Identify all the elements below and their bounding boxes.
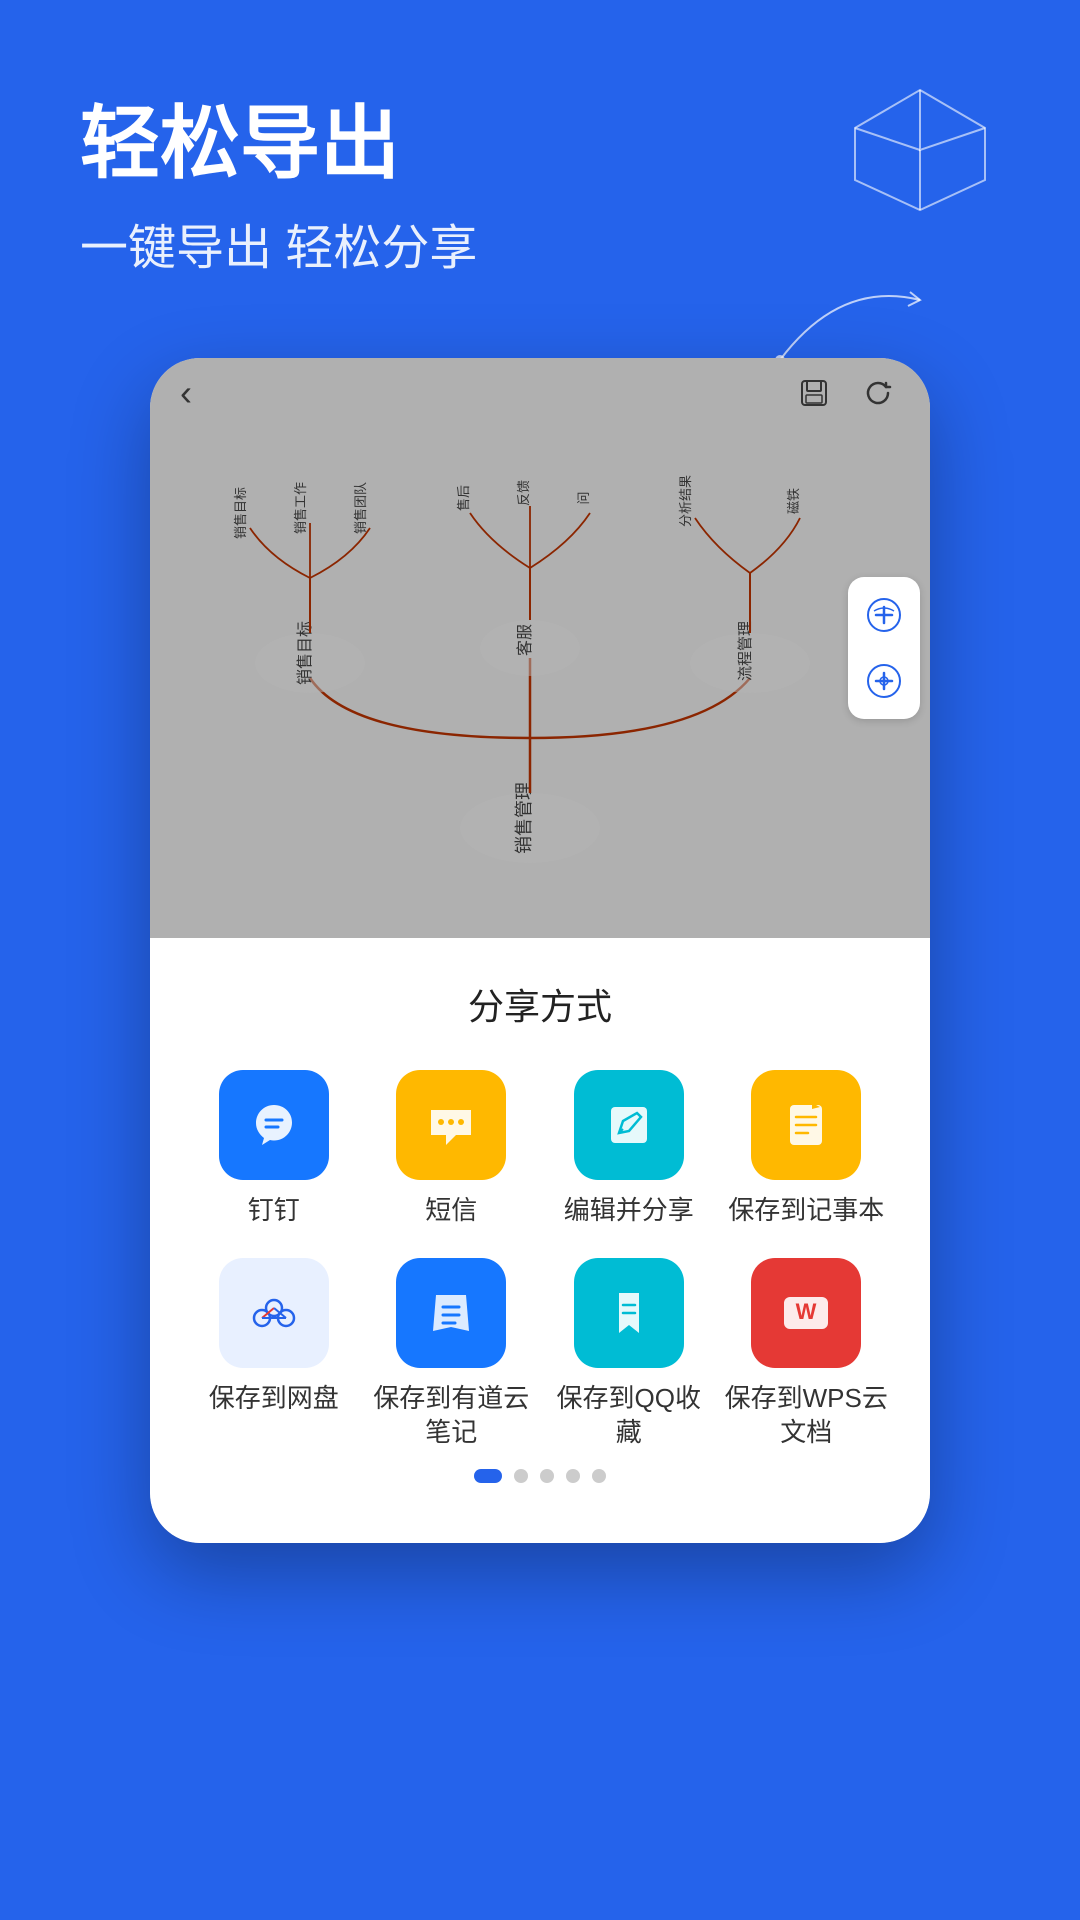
youdao-icon — [396, 1258, 506, 1368]
sms-icon — [396, 1070, 506, 1180]
mindmap-sidebar — [848, 577, 920, 719]
phone-topbar: ‹ — [150, 358, 930, 428]
share-item-youdao[interactable]: 保存到有道云笔记 — [368, 1258, 536, 1450]
dingtalk-label: 钉钉 — [248, 1194, 300, 1228]
share-item-netdisk[interactable]: 保存到网盘 — [190, 1258, 358, 1450]
svg-text:磁铁: 磁铁 — [786, 488, 801, 514]
share-item-sms[interactable]: 短信 — [368, 1070, 536, 1228]
wps-label: 保存到WPS云文档 — [723, 1382, 891, 1450]
save-icon[interactable] — [792, 371, 836, 415]
page-dots — [190, 1449, 890, 1493]
netdisk-icon — [219, 1258, 329, 1368]
edit-share-label: 编辑并分享 — [564, 1194, 694, 1228]
share-title: 分享方式 — [190, 978, 890, 1030]
svg-text:客服: 客服 — [516, 624, 534, 656]
qq-label: 保存到QQ收藏 — [545, 1382, 713, 1450]
svg-text:问: 问 — [576, 491, 591, 504]
share-sheet: 分享方式 钉钉 — [150, 938, 930, 1543]
wps-icon: W — [751, 1258, 861, 1368]
phone-wrapper: ‹ — [0, 318, 1080, 1920]
add-child-button[interactable] — [856, 653, 912, 709]
edit-share-icon — [574, 1070, 684, 1180]
cube-icon — [840, 80, 1000, 220]
back-button[interactable]: ‹ — [180, 372, 192, 414]
svg-text:流程管理: 流程管理 — [737, 621, 754, 681]
svg-text:分析结果: 分析结果 — [678, 475, 693, 527]
dot-5[interactable] — [592, 1469, 606, 1483]
share-item-notepad[interactable]: 保存到记事本 — [723, 1070, 891, 1228]
notepad-icon — [751, 1070, 861, 1180]
refresh-icon[interactable] — [856, 371, 900, 415]
dingtalk-icon — [219, 1070, 329, 1180]
svg-text:销售目标: 销售目标 — [233, 487, 248, 539]
add-node-button[interactable] — [856, 587, 912, 643]
header-section: 轻松导出 一键导出 轻松分享 — [0, 0, 1080, 318]
app-page: 轻松导出 一键导出 轻松分享 — [0, 0, 1080, 1920]
svg-text:销售团队: 销售团队 — [353, 482, 368, 534]
svg-text:W: W — [796, 1299, 817, 1324]
svg-text:销售目标: 销售目标 — [296, 621, 314, 685]
dot-4[interactable] — [566, 1469, 580, 1483]
notepad-label: 保存到记事本 — [728, 1194, 884, 1228]
mindmap-svg: 销售管理 销售目标 销售目标 销售工作 — [150, 358, 930, 938]
topbar-icons — [792, 371, 900, 415]
youdao-label: 保存到有道云笔记 — [368, 1382, 536, 1450]
phone-mockup: ‹ — [150, 358, 930, 1543]
svg-text:销售工作: 销售工作 — [293, 482, 308, 534]
share-item-dingtalk[interactable]: 钉钉 — [190, 1070, 358, 1228]
dot-2[interactable] — [514, 1469, 528, 1483]
dot-1[interactable] — [474, 1469, 502, 1483]
share-grid: 钉钉 短信 — [190, 1070, 890, 1449]
sms-label: 短信 — [425, 1194, 477, 1228]
svg-text:反馈: 反馈 — [516, 480, 531, 506]
share-item-wps[interactable]: W 保存到WPS云文档 — [723, 1258, 891, 1450]
dot-3[interactable] — [540, 1469, 554, 1483]
share-item-qq[interactable]: 保存到QQ收藏 — [545, 1258, 713, 1450]
svg-text:售后: 售后 — [456, 485, 471, 511]
mindmap-area: ‹ — [150, 358, 930, 938]
share-item-edit[interactable]: 编辑并分享 — [545, 1070, 713, 1228]
qq-bookmark-icon — [574, 1258, 684, 1368]
netdisk-label: 保存到网盘 — [209, 1382, 339, 1416]
